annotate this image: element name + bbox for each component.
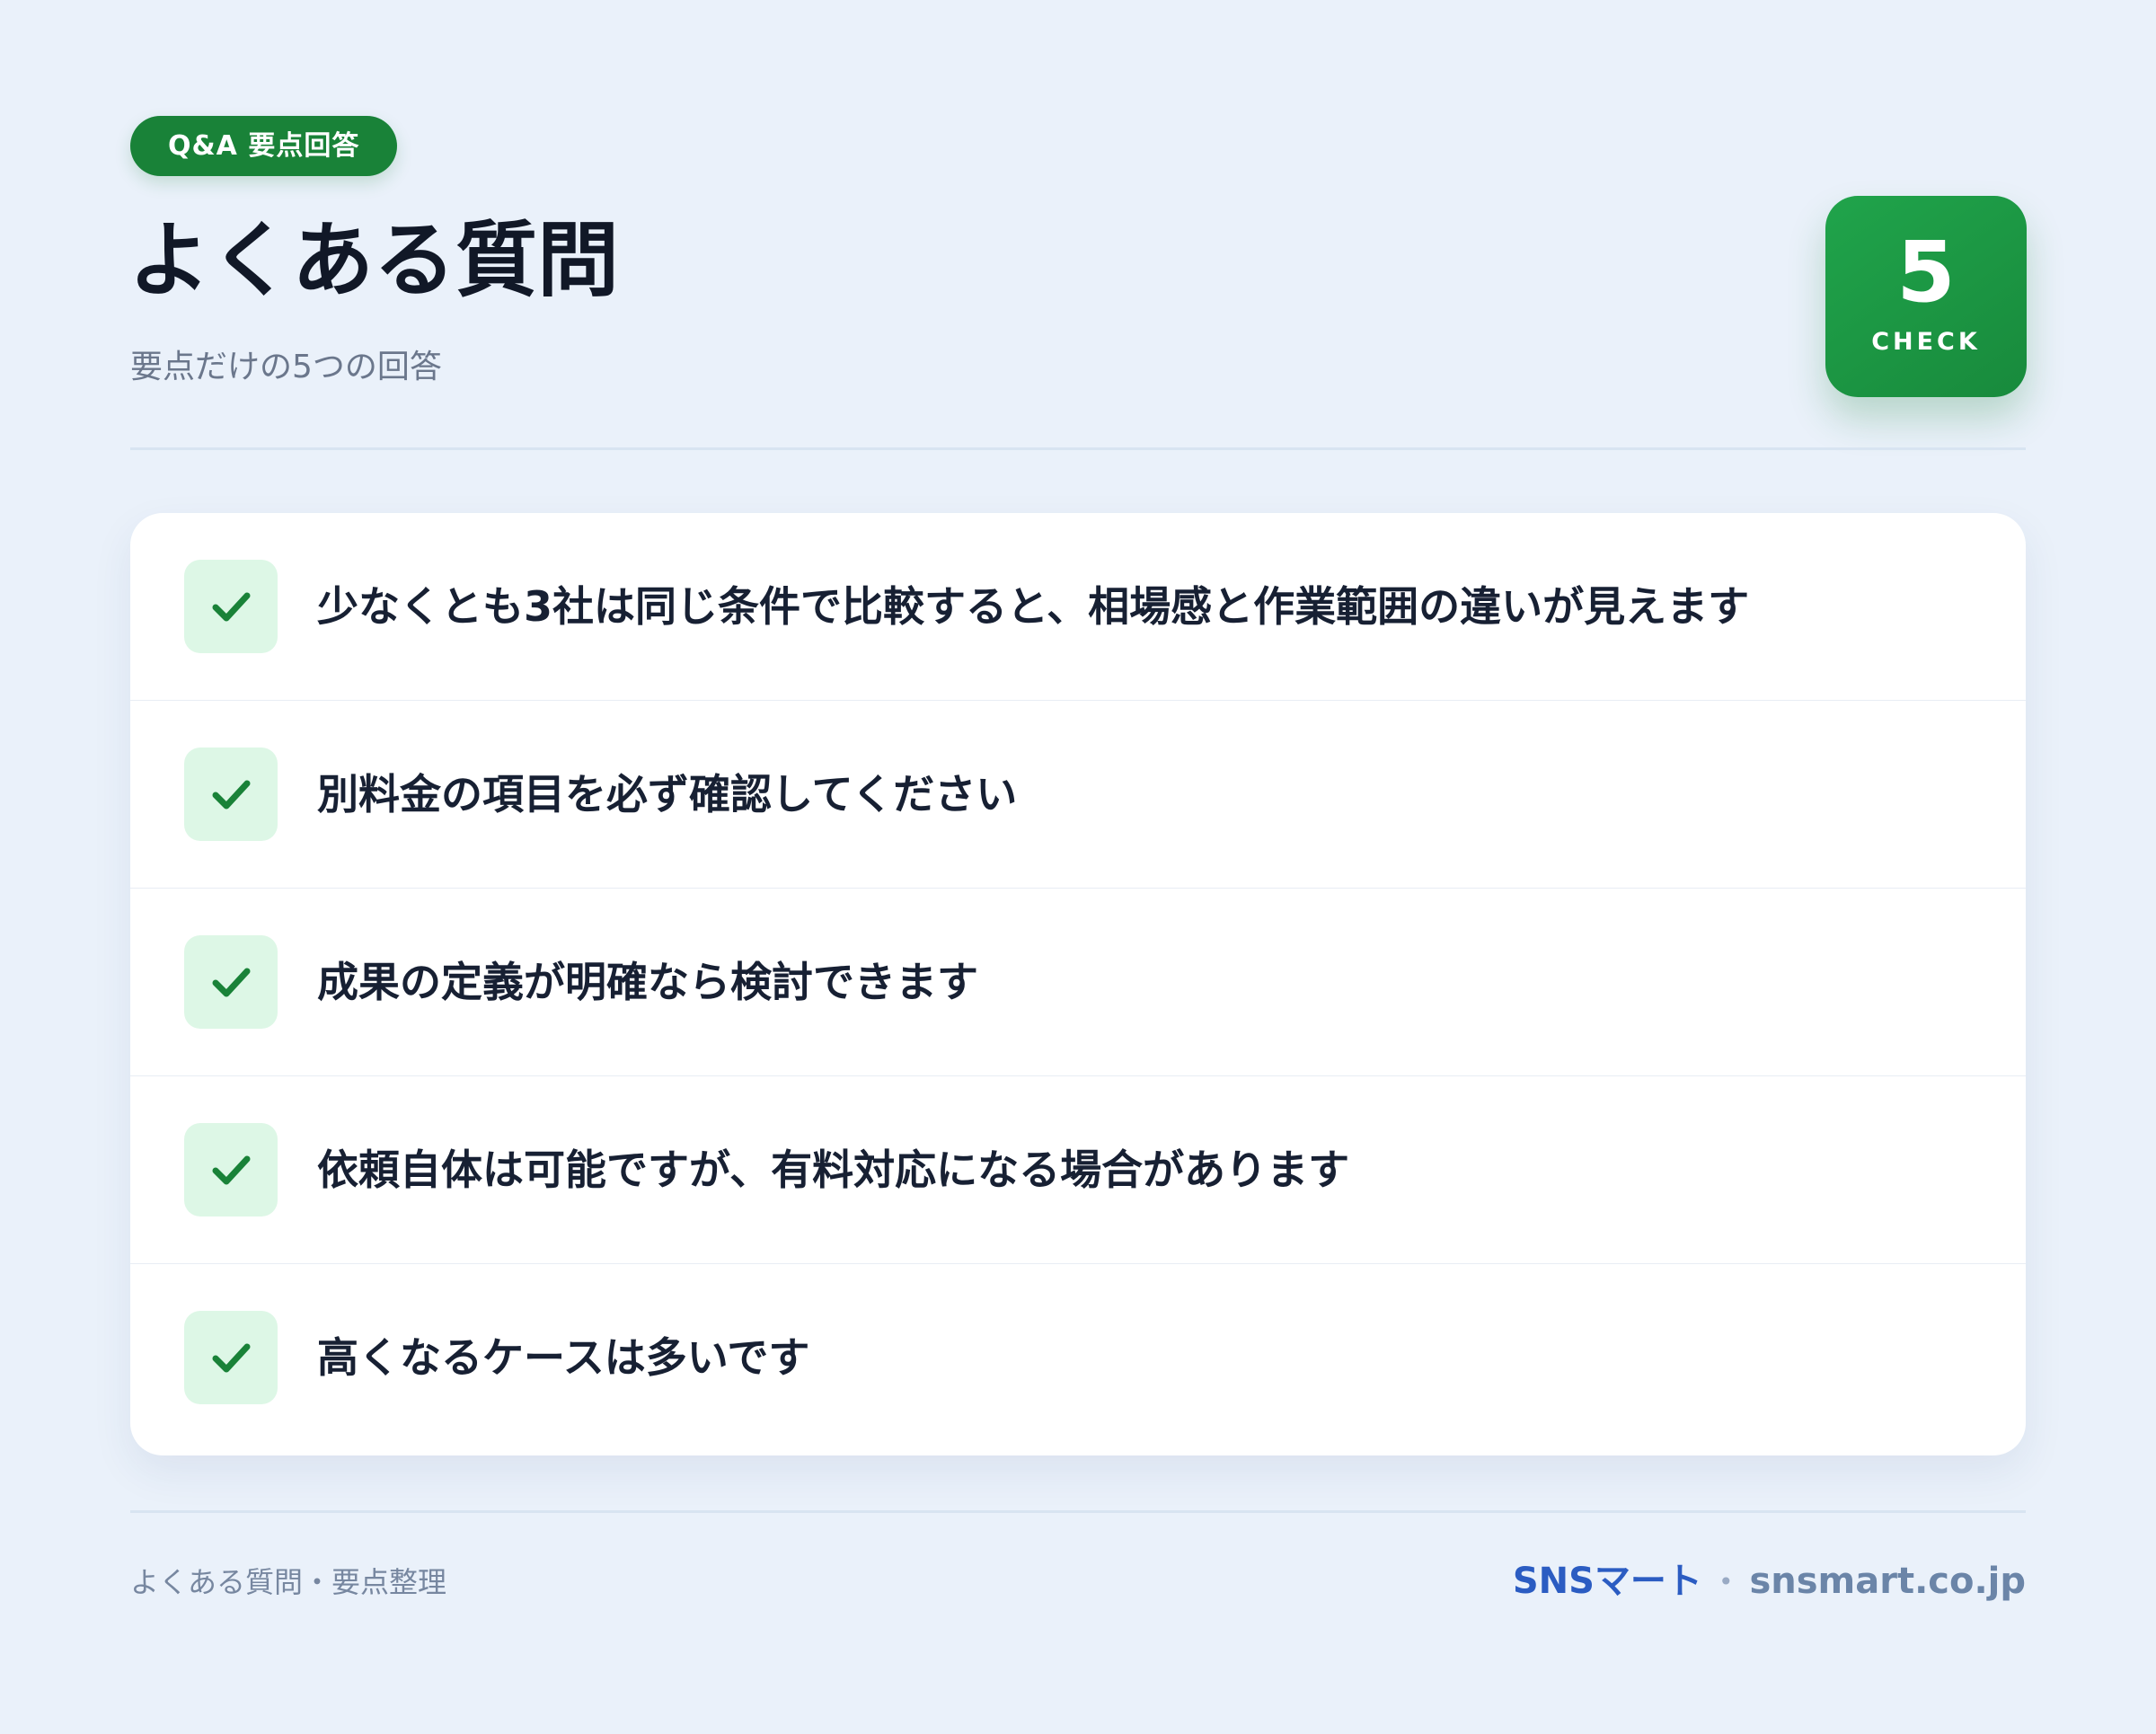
faq-item-text: 依頼自体は可能ですが、有料対応になる場合があります: [317, 1146, 1350, 1194]
separator-dot: •: [1718, 1567, 1734, 1597]
count-label: CHECK: [1871, 328, 1981, 356]
faq-item: 少なくとも3社は同じ条件で比較すると、相場感と作業範囲の違いが見えます: [130, 513, 2026, 701]
faq-item-text: 高くなるケースは多いです: [317, 1333, 810, 1382]
footer-divider: [130, 1510, 2026, 1513]
faq-item: 別料金の項目を必ず確認してください: [130, 701, 2026, 889]
faq-item: 依頼自体は可能ですが、有料対応になる場合があります: [130, 1076, 2026, 1264]
count-badge: 5 CHECK: [1825, 196, 2027, 397]
header-divider: [130, 447, 2026, 450]
faq-item-text: 成果の定義が明確なら検討できます: [317, 958, 978, 1006]
check-icon: [184, 748, 278, 841]
footer-caption: よくある質問・要点整理: [130, 1565, 447, 1599]
brand-name: SNSマート: [1512, 1561, 1702, 1602]
page-subtitle: 要点だけの5つの回答: [130, 349, 442, 385]
count-number: 5: [1896, 224, 1956, 322]
check-icon: [184, 935, 278, 1029]
footer-site: SNSマート • snsmart.co.jp: [1513, 1556, 2026, 1607]
page-title: よくある質問: [128, 214, 620, 308]
faq-item-text: 少なくとも3社は同じ条件で比較すると、相場感と作業範囲の違いが見えます: [317, 582, 1750, 631]
check-icon: [184, 560, 278, 653]
faq-card: 少なくとも3社は同じ条件で比較すると、相場感と作業範囲の違いが見えます 別料金の…: [130, 513, 2026, 1455]
site-domain: snsmart.co.jp: [1749, 1561, 2026, 1602]
faq-item-text: 別料金の項目を必ず確認してください: [317, 770, 1018, 818]
check-icon: [184, 1311, 278, 1404]
faq-item: 成果の定義が明確なら検討できます: [130, 889, 2026, 1076]
qa-tag: Q&A 要点回答: [130, 116, 398, 176]
faq-item: 高くなるケースは多いです: [130, 1264, 2026, 1452]
check-icon: [184, 1123, 278, 1216]
